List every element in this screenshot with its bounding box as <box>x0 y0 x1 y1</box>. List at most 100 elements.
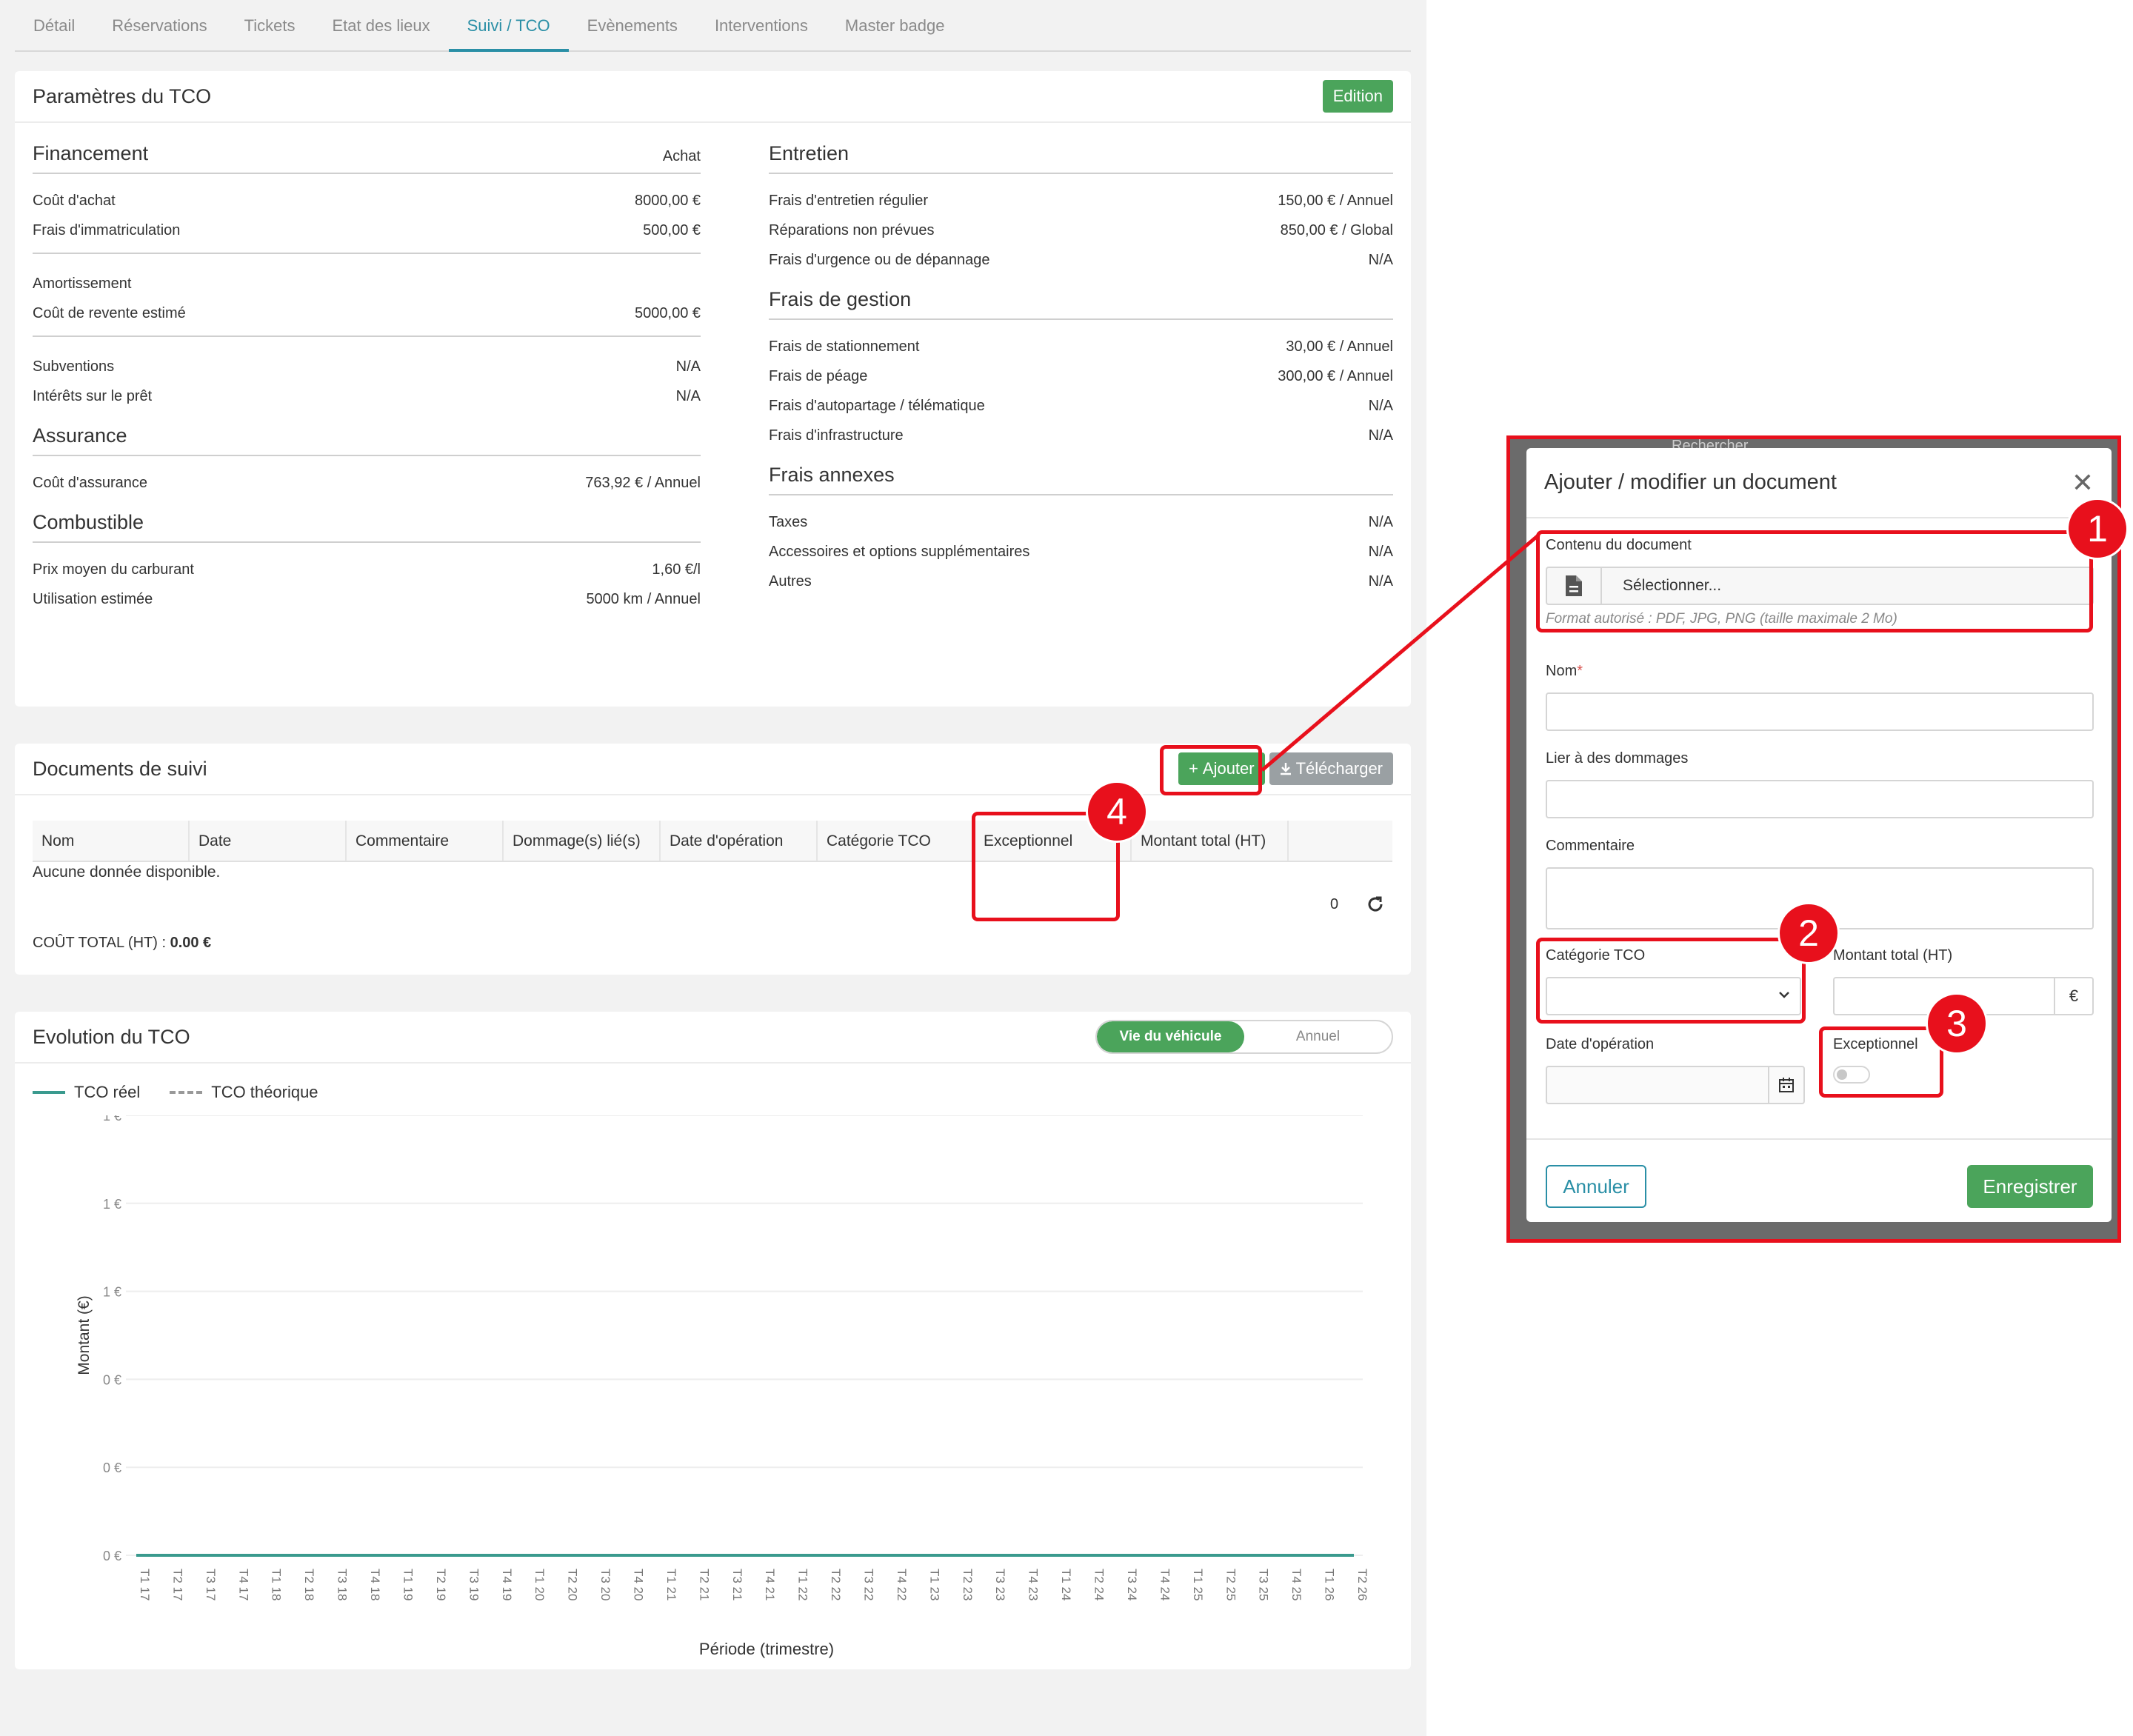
param-value: 8000,00 € <box>635 192 701 209</box>
annotation-badge-2: 2 <box>1778 902 1840 964</box>
param-label: Autres <box>769 572 812 590</box>
param-label: Frais d'urgence ou de dépannage <box>769 251 990 268</box>
x-tick-label: T3 25 <box>1257 1569 1271 1600</box>
dommages-select[interactable] <box>1546 780 2094 818</box>
highlight-contenu <box>1536 530 2093 632</box>
edition-button[interactable]: Edition <box>1322 80 1393 113</box>
legend-swatch-dashed <box>170 1091 203 1094</box>
param-value: N/A <box>1368 427 1393 444</box>
x-tick-label: T3 20 <box>598 1569 612 1600</box>
documents-title: Documents de suivi <box>33 757 207 780</box>
column-header-commentaire[interactable]: Commentaire <box>347 821 504 861</box>
y-tick-label: 1 € <box>103 1115 121 1124</box>
montant-label: Montant total (HT) <box>1833 947 1953 964</box>
param-label: Coût d'achat <box>33 192 116 209</box>
param-row: Réparations non prévues 850,00 € / Global <box>769 216 1393 245</box>
tab-master-badge[interactable]: Master badge <box>827 0 964 52</box>
tab-etat-des-lieux[interactable]: Etat des lieux <box>314 0 449 52</box>
param-value: N/A <box>1368 251 1393 268</box>
param-row: Utilisation estimée 5000 km / Annuel <box>33 584 701 614</box>
annotation-badge-1: 1 <box>2066 498 2129 560</box>
x-tick-label: T4 17 <box>236 1569 250 1600</box>
param-label: Amortissement <box>33 275 132 292</box>
legend-tco-theorique[interactable]: TCO théorique <box>170 1083 318 1102</box>
x-tick-label: T3 18 <box>336 1569 350 1600</box>
modal-header: Ajouter / modifier un document ✕ <box>1526 448 2112 518</box>
combustible-group: Prix moyen du carburant 1,60 €/l Utilisat… <box>33 555 701 621</box>
total-label: COÛT TOTAL (HT) : <box>33 935 167 951</box>
x-tick-label: T1 18 <box>270 1569 284 1600</box>
annexes-title: Frais annexes <box>769 464 895 486</box>
x-tick-label: T2 26 <box>1355 1569 1369 1600</box>
tab-tickets[interactable]: Tickets <box>226 0 314 52</box>
param-value: 763,92 € / Annuel <box>585 474 701 491</box>
save-button[interactable]: Enregistrer <box>1967 1165 2093 1208</box>
calendar-icon[interactable] <box>1768 1066 1803 1104</box>
tab-reservations[interactable]: Réservations <box>93 0 225 52</box>
highlight-categorie <box>1536 938 1806 1024</box>
tab-interventions[interactable]: Interventions <box>696 0 827 52</box>
tco-params-title: Paramètres du TCO <box>33 84 212 107</box>
param-value: 150,00 € / Annuel <box>1278 192 1393 209</box>
nom-label: Nom* <box>1546 663 1583 680</box>
param-row: Taxes N/A <box>769 507 1393 537</box>
param-value: 850,00 € / Global <box>1280 221 1393 238</box>
date-label: Date d'opération <box>1546 1036 1655 1052</box>
toggle-vie-vehicule[interactable]: Vie du véhicule <box>1097 1021 1244 1052</box>
cancel-button[interactable]: Annuler <box>1546 1165 1646 1208</box>
x-tick-label: T3 17 <box>204 1569 218 1600</box>
column-header-montant[interactable]: Montant total (HT) <box>1132 821 1289 861</box>
param-row: Coût d'assurance 763,92 € / Annuel <box>33 468 701 498</box>
y-tick-label: 1 € <box>103 1285 121 1300</box>
x-tick-label: T3 21 <box>730 1569 744 1600</box>
param-label: Coût de revente estimé <box>33 304 186 321</box>
x-tick-label: T2 20 <box>566 1569 580 1600</box>
combustible-title: Combustible <box>33 511 144 533</box>
x-tick-label: T3 23 <box>993 1569 1007 1600</box>
currency-addon: € <box>2054 977 2092 1015</box>
x-tick-label: T4 24 <box>1158 1569 1172 1600</box>
column-header-categorie[interactable]: Catégorie TCO <box>818 821 975 861</box>
column-header-actions <box>1289 821 1392 861</box>
column-header-nom[interactable]: Nom <box>33 821 190 861</box>
param-value: N/A <box>1368 397 1393 414</box>
column-header-date-operation[interactable]: Date d'opération <box>661 821 818 861</box>
tco-params-header: Paramètres du TCO Edition <box>15 71 1411 123</box>
x-tick-label: T4 22 <box>895 1569 909 1600</box>
x-tick-label: T2 24 <box>1092 1569 1106 1600</box>
x-tick-label: T4 25 <box>1289 1569 1304 1600</box>
param-label: Coût d'assurance <box>33 474 148 491</box>
x-tick-label: T1 23 <box>927 1569 941 1600</box>
param-row: Coût d'achat 8000,00 € <box>33 186 701 216</box>
annexes-heading: Frais annexes <box>769 464 1393 495</box>
params-right-column: Entretien Frais d'entretien régulier 150,… <box>769 142 1393 618</box>
annotation-badge-3: 3 <box>1926 992 1988 1055</box>
param-row: Coût de revente estimé 5000,00 € <box>33 298 701 328</box>
tab-detail[interactable]: Détail <box>15 0 93 52</box>
date-input[interactable] <box>1546 1066 1805 1104</box>
x-tick-label: T3 19 <box>467 1569 481 1600</box>
tab-suivi-tco[interactable]: Suivi / TCO <box>448 0 569 52</box>
column-header-dommages[interactable]: Dommage(s) lié(s) <box>504 821 661 861</box>
app-page: Détail Réservations Tickets Etat des lie… <box>0 0 1426 1736</box>
toggle-annuel[interactable]: Annuel <box>1244 1021 1392 1052</box>
nom-input[interactable] <box>1546 692 2094 731</box>
download-button[interactable]: Télécharger <box>1269 752 1393 785</box>
x-tick-label: T1 22 <box>796 1569 810 1600</box>
refresh-icon[interactable] <box>1366 895 1385 914</box>
column-header-date[interactable]: Date <box>190 821 347 861</box>
y-tick-label: 0 € <box>103 1549 121 1563</box>
legend-tco-reel[interactable]: TCO réel <box>33 1083 140 1102</box>
param-label: Frais d'infrastructure <box>769 427 904 444</box>
param-value: N/A <box>1368 513 1393 530</box>
param-row: Autres N/A <box>769 567 1393 596</box>
tab-evenements[interactable]: Evènements <box>569 0 696 52</box>
x-axis-label: Période (trimestre) <box>699 1640 834 1658</box>
evolution-card: Evolution du TCO Vie du véhicule Annuel … <box>15 1012 1411 1669</box>
period-toggle[interactable]: Vie du véhicule Annuel <box>1095 1020 1393 1054</box>
param-row: Frais d'autopartage / télématique N/A <box>769 391 1393 421</box>
tab-bar: Détail Réservations Tickets Etat des lie… <box>15 0 1411 52</box>
evolution-header: Evolution du TCO Vie du véhicule Annuel <box>15 1012 1411 1064</box>
param-label: Subventions <box>33 358 115 375</box>
close-icon[interactable]: ✕ <box>2072 467 2094 498</box>
